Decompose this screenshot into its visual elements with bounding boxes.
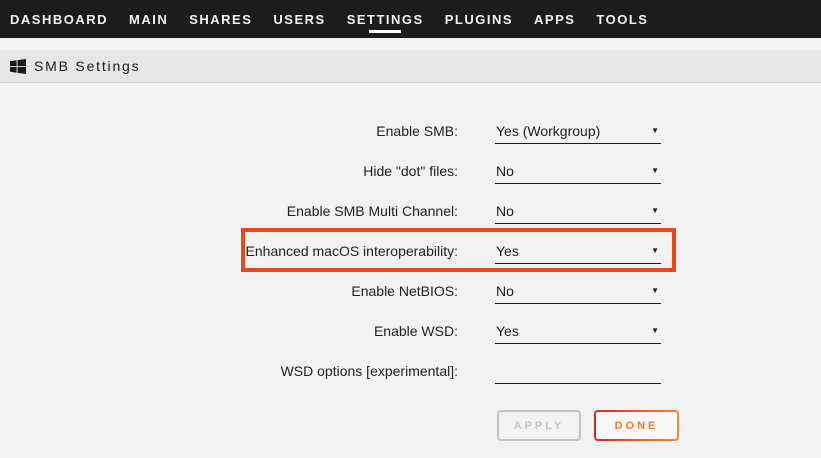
wsd-options-label: WSD options [experimental]:: [0, 363, 458, 379]
wsd-value: Yes: [495, 323, 519, 339]
form-row-macos-interop: Enhanced macOS interoperability: Yes ▼: [0, 231, 821, 271]
nav-item-apps[interactable]: APPS: [534, 0, 575, 38]
nav-item-shares[interactable]: SHARES: [189, 0, 252, 38]
smb-settings-page: DASHBOARD MAIN SHARES USERS SETTINGS PLU…: [0, 0, 821, 458]
dropdown-arrow-icon: ▼: [651, 167, 659, 175]
hide-dot-files-value: No: [495, 163, 514, 179]
button-row: APPLY DONE: [497, 410, 821, 441]
smb-multi-channel-select[interactable]: No ▼: [495, 198, 661, 224]
spacer-strip: [0, 38, 821, 50]
form-row-enable-smb: Enable SMB: Yes (Workgroup) ▼: [0, 111, 821, 151]
smb-multi-channel-value: No: [495, 203, 514, 219]
windows-icon: [10, 59, 26, 74]
dropdown-arrow-icon: ▼: [651, 287, 659, 295]
dropdown-arrow-icon: ▼: [651, 127, 659, 135]
nav-item-plugins[interactable]: PLUGINS: [445, 0, 513, 38]
apply-button[interactable]: APPLY: [497, 410, 581, 441]
form-row-wsd: Enable WSD: Yes ▼: [0, 311, 821, 351]
netbios-value: No: [495, 283, 514, 299]
hide-dot-files-label: Hide "dot" files:: [0, 163, 458, 179]
hide-dot-files-select[interactable]: No ▼: [495, 158, 661, 184]
dropdown-arrow-icon: ▼: [651, 247, 659, 255]
form-row-netbios: Enable NetBIOS: No ▼: [0, 271, 821, 311]
nav-item-dashboard[interactable]: DASHBOARD: [10, 0, 108, 38]
macos-interop-value: Yes: [495, 243, 519, 259]
nav-item-settings[interactable]: SETTINGS: [347, 0, 424, 38]
enable-smb-select[interactable]: Yes (Workgroup) ▼: [495, 118, 661, 144]
macos-interop-select[interactable]: Yes ▼: [495, 238, 661, 264]
done-button[interactable]: DONE: [594, 410, 679, 441]
enable-smb-label: Enable SMB:: [0, 123, 458, 139]
wsd-options-input[interactable]: [495, 358, 661, 384]
section-header: SMB Settings: [0, 50, 821, 83]
nav-item-tools[interactable]: TOOLS: [596, 0, 648, 38]
wsd-select[interactable]: Yes ▼: [495, 318, 661, 344]
form-row-wsd-options: WSD options [experimental]:: [0, 351, 821, 391]
page-title: SMB Settings: [34, 58, 140, 74]
netbios-select[interactable]: No ▼: [495, 278, 661, 304]
smb-multi-channel-label: Enable SMB Multi Channel:: [0, 203, 458, 219]
nav-item-users[interactable]: USERS: [273, 0, 325, 38]
wsd-label: Enable WSD:: [0, 323, 458, 339]
netbios-label: Enable NetBIOS:: [0, 283, 458, 299]
form-row-smb-multi-channel: Enable SMB Multi Channel: No ▼: [0, 191, 821, 231]
macos-interop-label: Enhanced macOS interoperability:: [0, 243, 458, 259]
nav-item-main[interactable]: MAIN: [129, 0, 168, 38]
form-row-hide-dot-files: Hide "dot" files: No ▼: [0, 151, 821, 191]
top-nav: DASHBOARD MAIN SHARES USERS SETTINGS PLU…: [0, 0, 821, 38]
dropdown-arrow-icon: ▼: [651, 207, 659, 215]
dropdown-arrow-icon: ▼: [651, 327, 659, 335]
settings-form: Enable SMB: Yes (Workgroup) ▼ Hide "dot"…: [0, 83, 821, 458]
enable-smb-value: Yes (Workgroup): [495, 123, 600, 139]
